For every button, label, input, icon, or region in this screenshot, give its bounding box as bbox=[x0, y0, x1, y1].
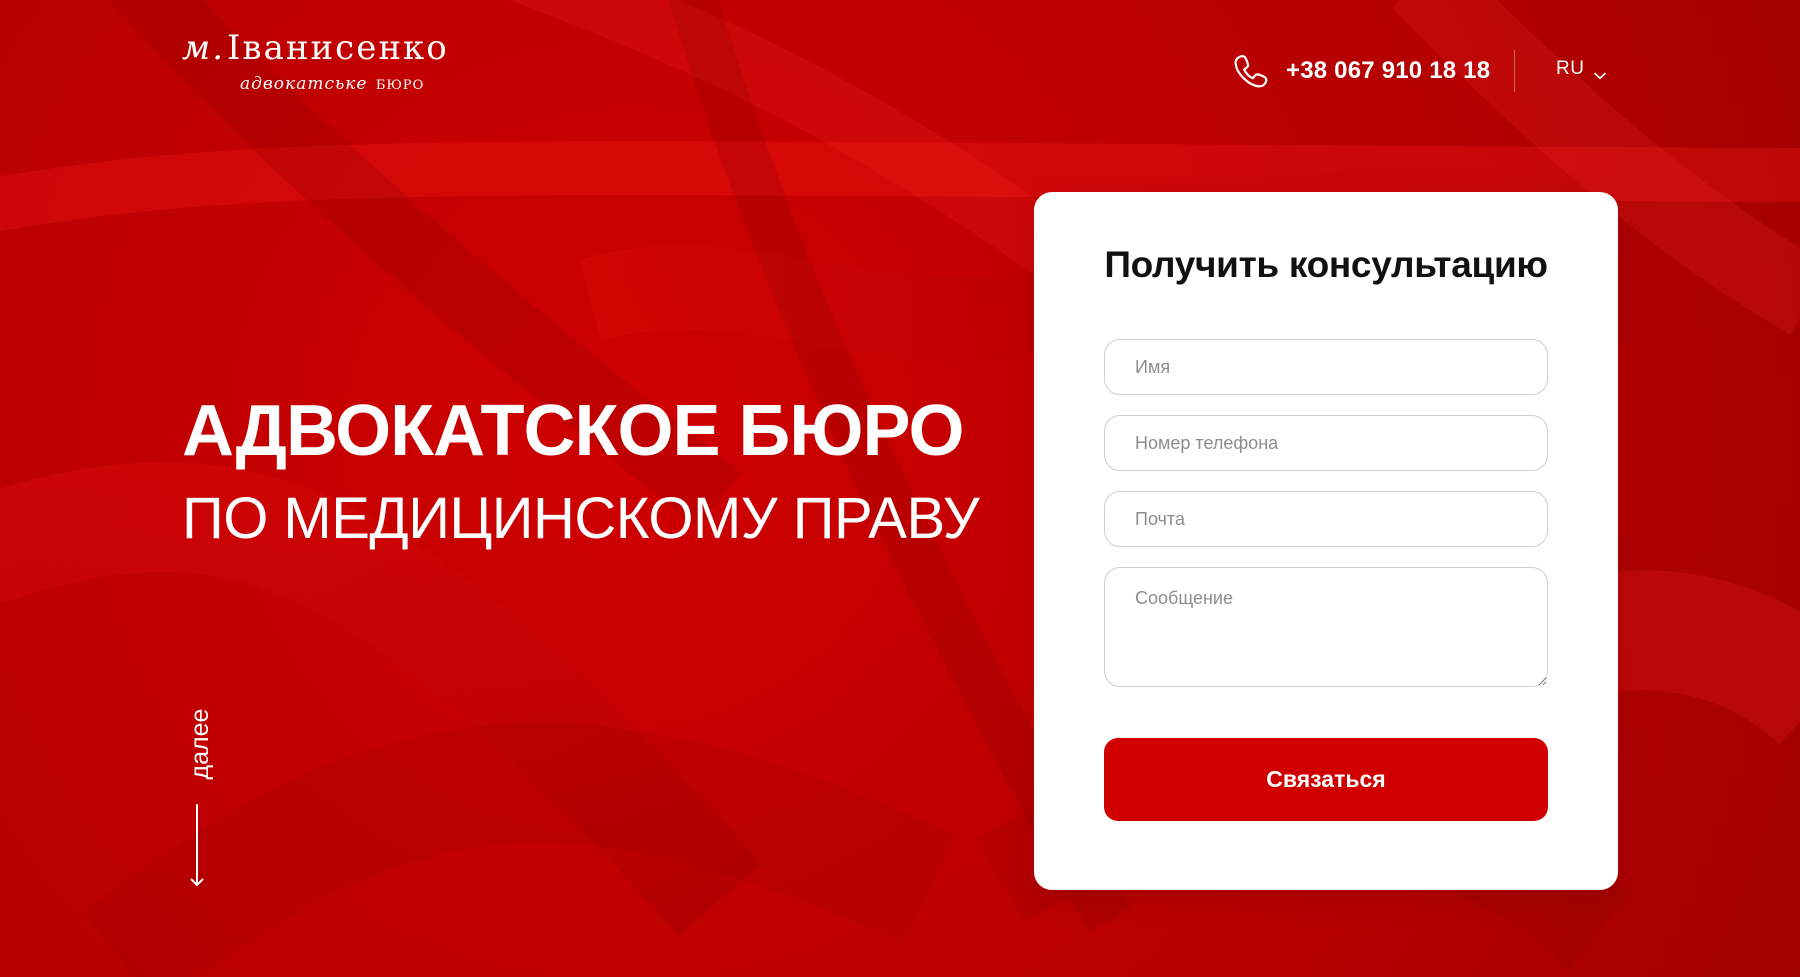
name-input[interactable] bbox=[1104, 339, 1548, 395]
logo-name: м.Іванисенко bbox=[182, 28, 449, 68]
contact-submit-button[interactable]: Связаться bbox=[1104, 738, 1548, 821]
form-title: Получить консультацию bbox=[1104, 244, 1548, 285]
scroll-label: далее bbox=[186, 708, 214, 780]
consultation-form: Получить консультацию Связаться bbox=[1034, 192, 1618, 890]
logo-subtitle-italic: адвокатське bbox=[240, 74, 368, 94]
email-input[interactable] bbox=[1104, 491, 1548, 547]
phone-input[interactable] bbox=[1104, 415, 1548, 471]
arrow-down-icon bbox=[189, 804, 205, 890]
chevron-down-icon bbox=[1594, 65, 1607, 80]
language-current: RU bbox=[1556, 58, 1585, 79]
company-logo[interactable]: м.Іванисенко адвокатське БЮРО bbox=[182, 28, 449, 94]
logo-subtitle-caps: БЮРО bbox=[375, 78, 425, 93]
hero-title: АДВОКАТСКОЕ БЮРО bbox=[182, 391, 965, 471]
logo-surname: Іванисенко bbox=[227, 28, 449, 68]
message-textarea[interactable] bbox=[1104, 567, 1548, 687]
logo-initial: м. bbox=[182, 28, 225, 68]
header-divider bbox=[1514, 50, 1515, 92]
phone-icon bbox=[1230, 50, 1272, 92]
language-selector[interactable]: RU bbox=[1556, 58, 1607, 80]
phone-number: +38 067 910 18 18 bbox=[1286, 57, 1491, 84]
scroll-down-link[interactable]: далее bbox=[182, 700, 214, 900]
logo-subtitle: адвокатське БЮРО bbox=[240, 74, 449, 94]
phone-link[interactable]: +38 067 910 18 18 bbox=[1230, 50, 1490, 92]
hero-subtitle: ПО МЕДИЦИНСКОМУ ПРАВУ bbox=[182, 486, 980, 551]
landing-page: м.Іванисенко адвокатське БЮРО +38 067 91… bbox=[0, 0, 1800, 977]
